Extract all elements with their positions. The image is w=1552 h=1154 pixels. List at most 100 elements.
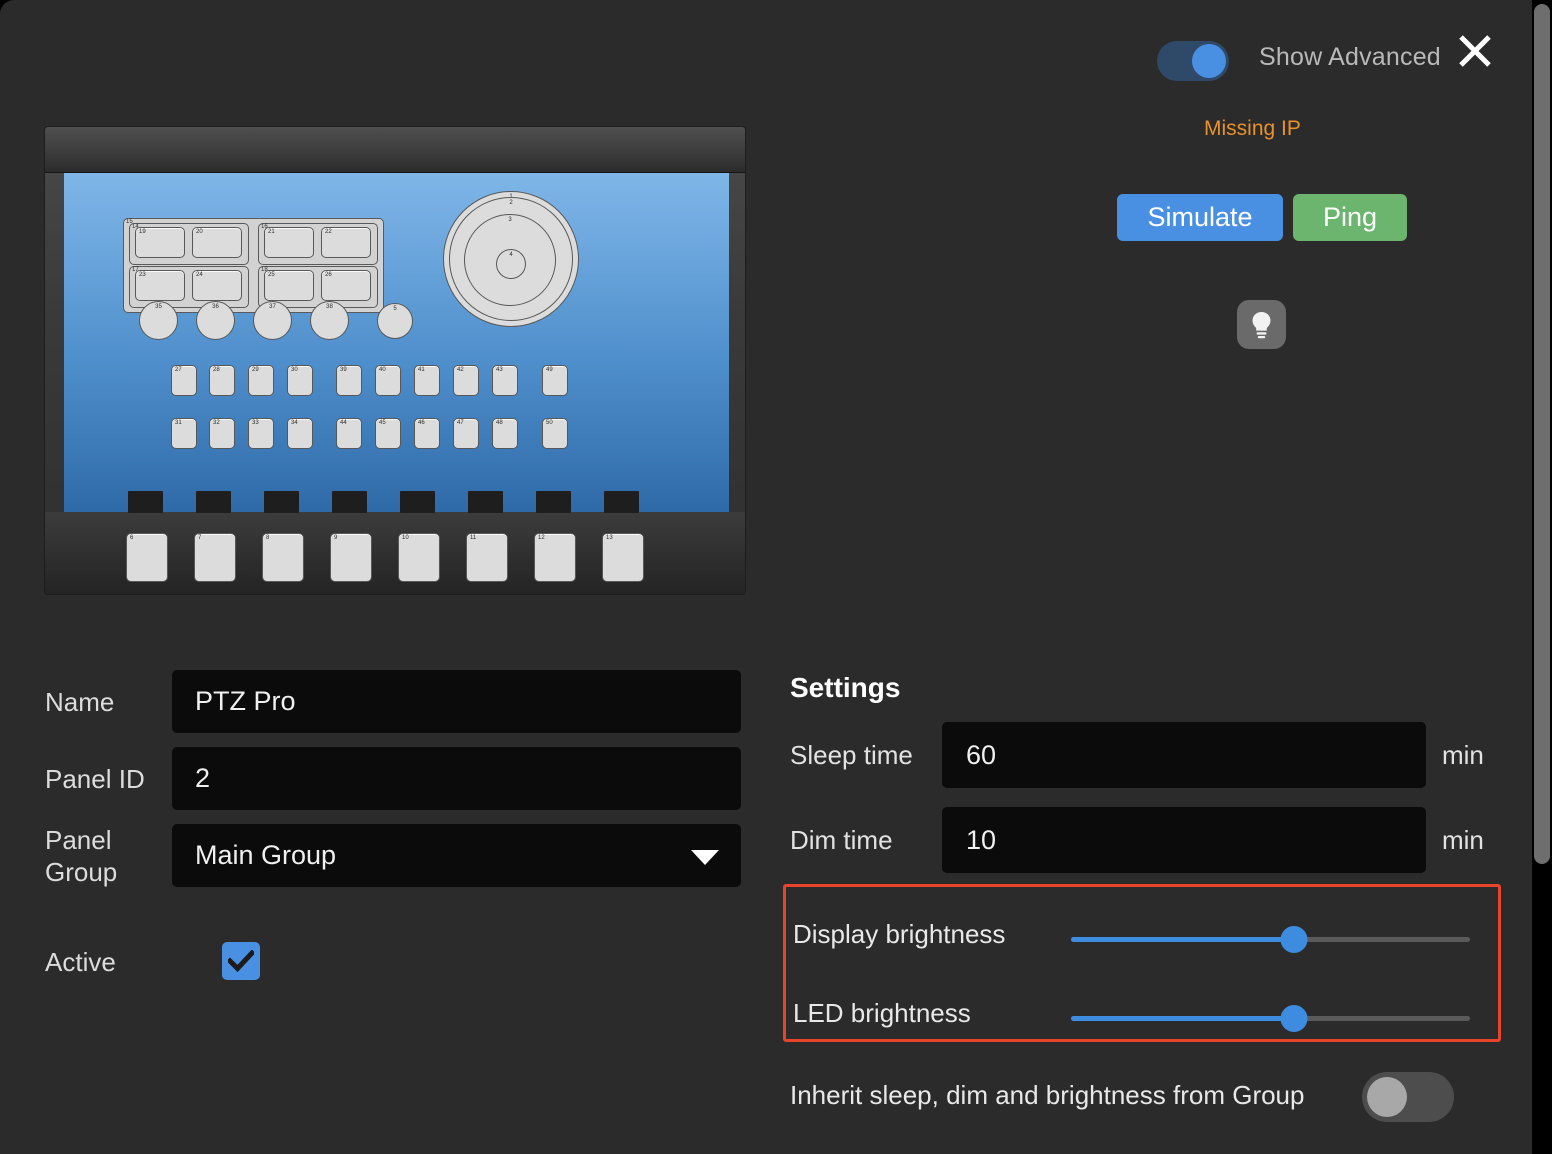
- device-preview: 1514161718192021222324252635363738512342…: [45, 127, 745, 594]
- scrollbar-thumb[interactable]: [1534, 4, 1550, 864]
- button-number: 41: [418, 367, 425, 373]
- show-advanced-toggle[interactable]: [1157, 41, 1229, 81]
- panel-grid-button: 46: [414, 418, 440, 449]
- button-number: 40: [379, 367, 386, 373]
- panel-display: [128, 491, 163, 513]
- panel-grid-button: 50: [542, 418, 568, 449]
- slider-fill: [1071, 937, 1295, 942]
- dim-time-unit: min: [1442, 825, 1484, 855]
- panel-grid-button: 45: [375, 418, 401, 449]
- slider-row-display-brightness: Display brightness: [786, 909, 1498, 959]
- panel-fader-button: 7: [194, 533, 236, 582]
- name-label: Name: [45, 687, 115, 717]
- panel-grid-button: 47: [453, 418, 479, 449]
- panel-button: 20: [192, 227, 242, 258]
- button-number: 20: [196, 229, 203, 235]
- settings-section: Settings Sleep time min Dim time min: [790, 672, 1500, 892]
- panel-fader-button: 11: [466, 533, 508, 582]
- field-row-active: Active: [45, 942, 745, 1004]
- button-number: 22: [325, 229, 332, 235]
- name-input[interactable]: [172, 670, 741, 733]
- button-number: 34: [291, 420, 298, 426]
- button-number: 23: [139, 272, 146, 278]
- button-number: 33: [252, 420, 259, 426]
- button-number: 25: [268, 272, 275, 278]
- button-number: 11: [470, 535, 477, 541]
- button-number: 8: [266, 535, 270, 541]
- panel-grid-button: 41: [414, 365, 440, 396]
- active-label: Active: [45, 947, 116, 977]
- panel-button: 23: [135, 270, 185, 301]
- panel-display: [604, 491, 639, 513]
- panel-id-label: Panel ID: [45, 764, 145, 794]
- lightbulb-icon[interactable]: [1237, 300, 1286, 349]
- device-surface: 1514161718192021222324252635363738512342…: [64, 173, 729, 582]
- slider-thumb[interactable]: [1280, 926, 1308, 953]
- panel-button: 26: [321, 270, 371, 301]
- toggle-knob: [1367, 1077, 1407, 1117]
- dialog-header: Show Advanced: [0, 0, 1536, 110]
- panel-fader-button: 10: [398, 533, 440, 582]
- button-number: 30: [291, 367, 298, 373]
- panel-settings-dialog: Show Advanced Missing IP Simulate Ping 1…: [0, 0, 1536, 1154]
- panel-round-button: 37: [253, 301, 292, 340]
- device-top-bezel: [45, 127, 745, 173]
- button-number: 35: [155, 304, 162, 310]
- panel-group-select[interactable]: Main Group: [172, 824, 741, 887]
- panel-round-button: 36: [196, 301, 235, 340]
- button-number: 10: [402, 535, 409, 541]
- panel-form: Name Panel ID Panel Group Main Group Act…: [45, 670, 745, 1018]
- button-number: 36: [212, 304, 219, 310]
- button-number: 9: [334, 535, 338, 541]
- display-brightness-slider[interactable]: [1071, 926, 1470, 953]
- panel-grid-button: 43: [492, 365, 518, 396]
- panel-button: 24: [192, 270, 242, 301]
- panel-grid-button: 49: [542, 365, 568, 396]
- panel-grid-button: 33: [248, 418, 274, 449]
- active-checkbox[interactable]: [222, 942, 260, 980]
- panel-button: 25: [264, 270, 314, 301]
- setting-row-dim-time: Dim time min: [790, 807, 1500, 892]
- inherit-toggle[interactable]: [1362, 1072, 1454, 1122]
- panel-display: [196, 491, 231, 513]
- simulate-button[interactable]: Simulate: [1117, 194, 1283, 241]
- slider-row-led-brightness: LED brightness: [786, 988, 1498, 1038]
- button-number: 48: [496, 420, 503, 426]
- button-number: 26: [325, 272, 332, 278]
- dim-time-input[interactable]: [942, 807, 1426, 873]
- vertical-scrollbar[interactable]: [1532, 0, 1552, 1154]
- button-number: 43: [496, 367, 503, 373]
- panel-fader-button: 8: [262, 533, 304, 582]
- panel-grid-button: 30: [287, 365, 313, 396]
- button-number: 45: [379, 420, 386, 426]
- show-advanced-label: Show Advanced: [1259, 43, 1441, 71]
- app-root: Show Advanced Missing IP Simulate Ping 1…: [0, 0, 1552, 1154]
- panel-id-input[interactable]: [172, 747, 741, 810]
- sleep-time-unit: min: [1442, 740, 1484, 770]
- button-number: 5: [393, 306, 397, 312]
- button-number: 50: [546, 420, 553, 426]
- brightness-settings-highlight: Display brightness LED brightness: [783, 884, 1501, 1042]
- panel-grid-button: 27: [171, 365, 197, 396]
- button-number: 44: [340, 420, 347, 426]
- field-row-name: Name: [45, 670, 745, 733]
- panel-grid-button: 44: [336, 418, 362, 449]
- panel-button: 19: [135, 227, 185, 258]
- panel-grid-button: 34: [287, 418, 313, 449]
- ping-button[interactable]: Ping: [1293, 194, 1407, 241]
- panel-round-button: 35: [139, 301, 178, 340]
- display-brightness-label: Display brightness: [793, 919, 1006, 949]
- led-brightness-label: LED brightness: [793, 998, 971, 1028]
- led-brightness-slider[interactable]: [1071, 1005, 1470, 1032]
- panel-group-label-line2: Group: [45, 857, 118, 887]
- sleep-time-input[interactable]: [942, 722, 1426, 788]
- chevron-down-icon: [691, 850, 719, 865]
- button-number: 29: [252, 367, 259, 373]
- panel-display: [264, 491, 299, 513]
- panel-grid-button: 40: [375, 365, 401, 396]
- button-number: 24: [196, 272, 203, 278]
- panel-display: [332, 491, 367, 513]
- button-number: 6: [130, 535, 134, 541]
- slider-thumb[interactable]: [1280, 1005, 1308, 1032]
- close-icon[interactable]: [1452, 28, 1498, 74]
